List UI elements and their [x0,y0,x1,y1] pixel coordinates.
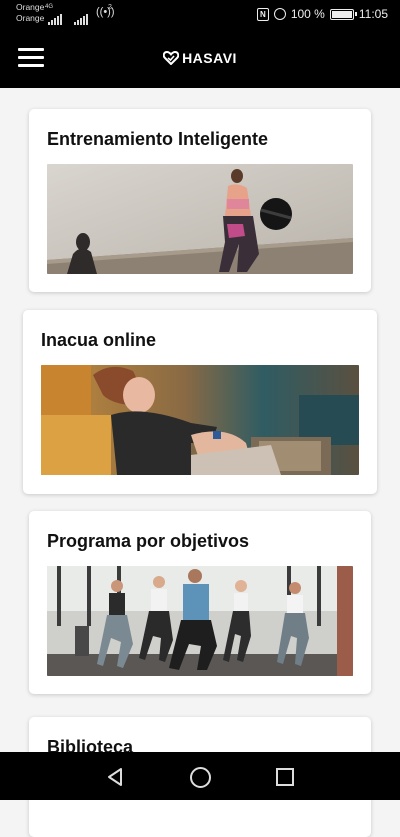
battery-percent: 100 % [290,7,325,21]
card-inacua-online[interactable]: Inacua online [23,310,377,494]
home-circle-icon[interactable] [190,767,211,788]
signal-icon [74,7,89,25]
battery-icon [329,8,357,20]
status-icons: N 100 % 11:05 [256,6,388,22]
woman-with-medicine-ball-image [47,164,353,274]
carrier-2: Orange [16,13,45,23]
nfc-icon: N [256,7,269,21]
back-triangle-icon[interactable] [105,767,125,787]
card-title: Programa por objetivos [47,531,250,551]
carrier-labels: Orange Orange [16,2,44,24]
woman-stretching-at-home-image [41,365,359,475]
card-programa-por-objetivos[interactable]: Programa por objetivos [29,511,371,694]
heart-logo-icon [163,51,180,65]
brand-name: HASAVI [182,50,237,66]
signal-icon [48,7,63,25]
card-entrenamiento-inteligente[interactable]: Entrenamiento Inteligente [29,109,371,292]
card-title: Inacua online [41,330,157,350]
hotspot-badge: 2 [108,4,112,11]
carrier-1: Orange [16,2,45,12]
card-image [47,164,353,274]
clock: 11:05 [358,7,388,21]
card-image [47,566,353,676]
system-navigation-bar [0,752,400,800]
group-doing-lunges-image [47,566,353,676]
alarm-icon [273,8,286,20]
recents-square-icon[interactable] [276,768,294,786]
card-title: Entrenamiento Inteligente [47,129,269,149]
brand-logo: HASAVI [0,28,400,88]
status-bar: Orange Orange 4G ((•)) 2 N 100 % 11:05 [0,0,400,28]
card-image [41,365,359,475]
hamburger-menu-icon[interactable] [18,48,44,68]
app-bar: HASAVI [0,28,400,88]
